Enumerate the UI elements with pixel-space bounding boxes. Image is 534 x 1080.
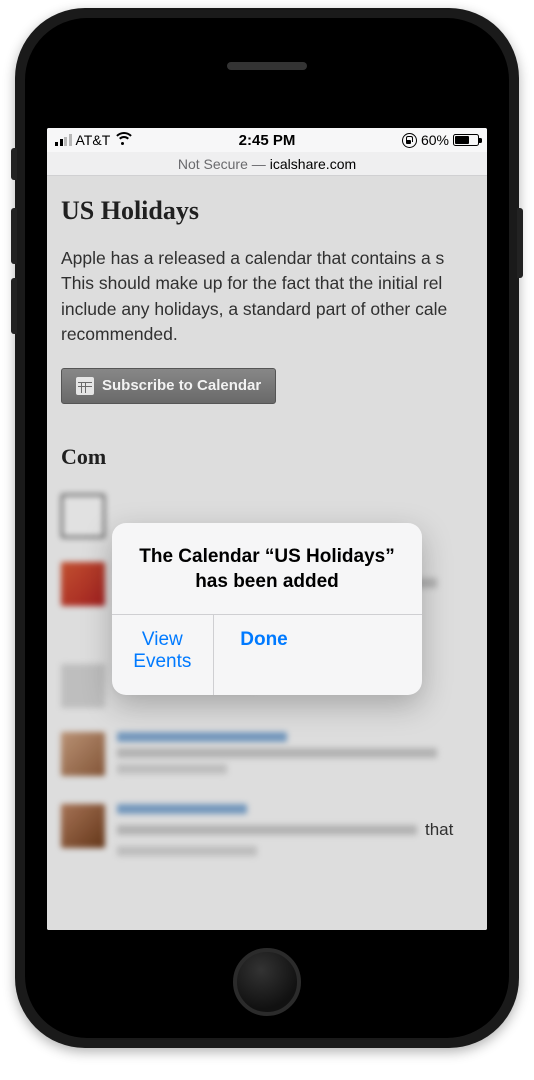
done-button[interactable]: Done bbox=[213, 615, 315, 695]
avatar bbox=[61, 804, 105, 848]
screen: AT&T 2:45 PM 60% Not Secure — icalshare.… bbox=[47, 128, 487, 930]
status-bar: AT&T 2:45 PM 60% bbox=[47, 128, 487, 152]
alert-title: The Calendar “US Holidays” has been adde… bbox=[112, 523, 422, 614]
view-events-button[interactable]: View Events bbox=[112, 615, 213, 695]
phone-frame: AT&T 2:45 PM 60% Not Secure — icalshare.… bbox=[15, 8, 519, 1048]
web-page[interactable]: US Holidays Apple has a released a calen… bbox=[47, 176, 487, 930]
subscribe-label: Subscribe to Calendar bbox=[102, 377, 261, 394]
safari-url-bar[interactable]: Not Secure — icalshare.com bbox=[47, 152, 487, 176]
mute-switch[interactable] bbox=[11, 148, 17, 180]
avatar bbox=[61, 732, 105, 776]
signal-strength-icon bbox=[55, 134, 72, 146]
comment-trail-text: that bbox=[425, 820, 453, 840]
page-description: Apple has a released a calendar that con… bbox=[61, 246, 473, 348]
list-item bbox=[61, 720, 473, 792]
page-title: US Holidays bbox=[61, 196, 473, 226]
earpiece-speaker bbox=[227, 62, 307, 70]
calendar-icon bbox=[76, 377, 94, 395]
avatar bbox=[61, 494, 105, 538]
url-domain: icalshare.com bbox=[270, 156, 356, 172]
home-button[interactable] bbox=[233, 948, 301, 1016]
list-item: that bbox=[61, 792, 473, 874]
clock: 2:45 PM bbox=[239, 132, 296, 149]
comments-heading: Com bbox=[61, 444, 473, 470]
rotation-lock-icon bbox=[402, 133, 417, 148]
phone-bezel: AT&T 2:45 PM 60% Not Secure — icalshare.… bbox=[25, 18, 509, 1038]
power-button[interactable] bbox=[517, 208, 523, 278]
not-secure-label: Not Secure — bbox=[178, 156, 266, 172]
avatar bbox=[61, 664, 105, 708]
battery-percent: 60% bbox=[421, 132, 449, 148]
wifi-icon bbox=[114, 134, 130, 146]
battery-icon bbox=[453, 134, 479, 146]
subscribe-to-calendar-button[interactable]: Subscribe to Calendar bbox=[61, 368, 276, 404]
avatar bbox=[61, 562, 105, 606]
carrier-label: AT&T bbox=[76, 132, 111, 148]
volume-down-button[interactable] bbox=[11, 278, 17, 334]
calendar-added-alert: The Calendar “US Holidays” has been adde… bbox=[112, 523, 422, 695]
volume-up-button[interactable] bbox=[11, 208, 17, 264]
